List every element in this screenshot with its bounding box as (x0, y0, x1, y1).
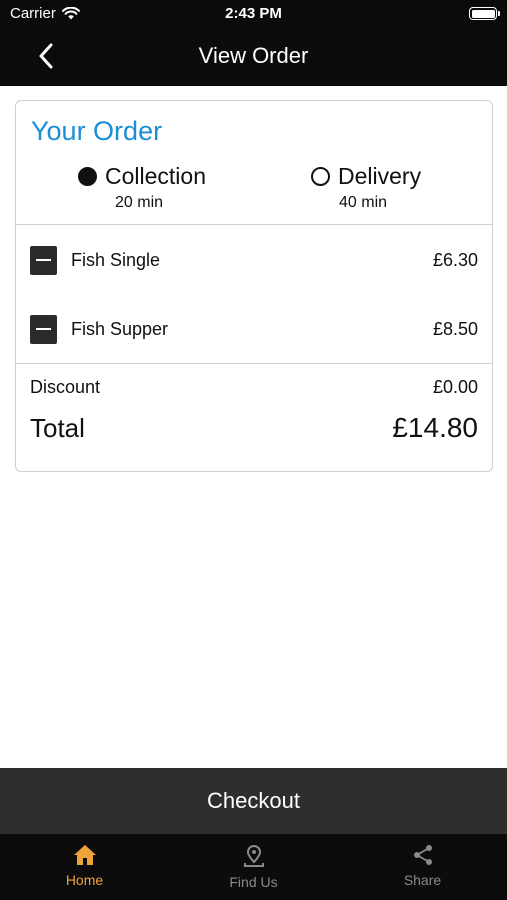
checkout-button[interactable]: Checkout (0, 768, 507, 834)
nav-bar: View Order (0, 28, 507, 86)
tab-find-us-label: Find Us (229, 874, 278, 890)
total-row: Total £14.80 (30, 412, 478, 444)
remove-item-button[interactable] (30, 314, 57, 344)
delivery-option[interactable]: Delivery 40 min (311, 163, 491, 212)
discount-label: Discount (30, 377, 101, 397)
item-price: £8.50 (432, 318, 478, 339)
map-pin-icon (243, 844, 264, 867)
collection-option[interactable]: Collection 20 min (78, 163, 258, 212)
delivery-time: 40 min (339, 194, 388, 211)
radio-selected-icon (78, 167, 97, 186)
discount-value: £0.00 (432, 377, 478, 397)
home-icon (73, 845, 96, 865)
tab-share[interactable]: Share (338, 834, 507, 900)
order-item: Fish Single £6.30 (30, 245, 478, 275)
minus-icon (36, 327, 51, 331)
discount-row: Discount £0.00 (30, 377, 478, 398)
order-heading: Your Order (31, 116, 163, 146)
radio-unselected-icon (311, 167, 330, 186)
divider (16, 224, 492, 225)
total-value: £14.80 (392, 412, 478, 443)
top-bar: Carrier 2:43 PM View Order (0, 0, 507, 86)
total-label: Total (30, 412, 85, 443)
tab-home[interactable]: Home (0, 834, 169, 900)
order-card: Your Order Collection 20 min Delivery 40… (15, 100, 493, 472)
collection-label: Collection (105, 163, 206, 189)
delivery-label: Delivery (338, 163, 422, 189)
tab-share-label: Share (403, 872, 442, 888)
minus-icon (36, 258, 51, 262)
item-name: Fish Single (71, 249, 161, 270)
status-bar: Carrier 2:43 PM (0, 0, 507, 28)
battery-icon (469, 7, 500, 20)
tab-find-us[interactable]: Find Us (169, 834, 338, 900)
divider (16, 363, 492, 364)
item-price: £6.30 (432, 249, 478, 270)
share-icon (413, 845, 432, 865)
page-title: View Order (198, 43, 309, 68)
tab-bar: Home Find Us Share (0, 834, 507, 900)
tab-home-label: Home (65, 872, 104, 888)
status-time: 2:43 PM (225, 5, 282, 22)
order-item: Fish Supper £8.50 (30, 314, 478, 344)
item-name: Fish Supper (71, 318, 169, 339)
remove-item-button[interactable] (30, 245, 57, 275)
collection-time: 20 min (115, 194, 164, 211)
checkout-label: Checkout (207, 788, 300, 813)
